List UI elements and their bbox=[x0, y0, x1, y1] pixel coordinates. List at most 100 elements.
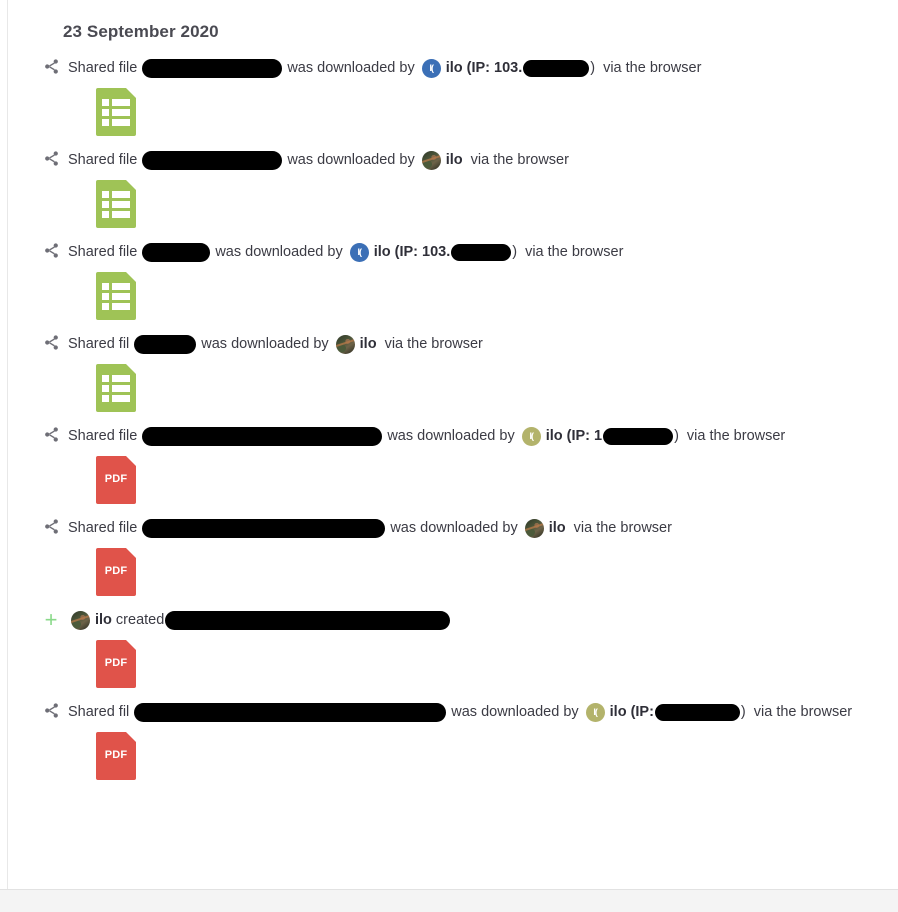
plus-glyph: + bbox=[44, 607, 58, 632]
share-icon[interactable] bbox=[42, 518, 60, 540]
activity-suffix: via the browser bbox=[525, 244, 624, 260]
activity-item: Shared fil was downloaded by ilo via the br… bbox=[8, 332, 898, 412]
redacted-text bbox=[523, 59, 590, 77]
redacted-text bbox=[142, 426, 383, 446]
ip-close-paren: ) bbox=[590, 60, 596, 76]
pdf-file-icon: PDF bbox=[96, 732, 136, 780]
spreadsheet-cell bbox=[102, 385, 109, 392]
spreadsheet-grid-row bbox=[102, 375, 130, 382]
avatar[interactable]: I( bbox=[585, 702, 605, 722]
spreadsheet-cell bbox=[102, 303, 109, 310]
activity-item: Shared file was downloaded by ilo via the b… bbox=[8, 148, 898, 228]
share-icon[interactable] bbox=[42, 702, 60, 724]
plus-icon[interactable]: + bbox=[42, 607, 60, 632]
actor-name: ilo bbox=[359, 336, 377, 352]
redacted-text bbox=[142, 150, 283, 170]
file-thumbnail[interactable] bbox=[96, 272, 136, 320]
activity-suffix: via the browser bbox=[470, 152, 569, 168]
pdf-file-icon: PDF bbox=[96, 548, 136, 596]
file-thumbnail[interactable]: PDF bbox=[96, 640, 136, 688]
avatar[interactable]: I( bbox=[349, 242, 369, 262]
spreadsheet-cell bbox=[112, 99, 130, 106]
spreadsheet-grid-row bbox=[102, 109, 130, 116]
spreadsheet-cell bbox=[102, 119, 109, 126]
file-thumbnail[interactable]: PDF bbox=[96, 456, 136, 504]
activity-suffix: via the browser bbox=[686, 428, 786, 444]
ip-label: (IP: 103. bbox=[466, 60, 523, 76]
spreadsheet-cell bbox=[112, 201, 130, 208]
redacted-text bbox=[142, 242, 211, 262]
activity-middle: was downloaded by bbox=[390, 520, 518, 536]
ip-close-paren: ) bbox=[674, 428, 679, 444]
share-icon[interactable] bbox=[42, 334, 60, 356]
share-icon[interactable] bbox=[42, 58, 60, 80]
share-icon[interactable] bbox=[42, 426, 60, 448]
redacted-text bbox=[142, 58, 283, 78]
spreadsheet-file-icon bbox=[96, 88, 136, 136]
spreadsheet-grid-row bbox=[102, 191, 130, 198]
file-thumbnail[interactable] bbox=[96, 180, 136, 228]
pdf-file-label: PDF bbox=[104, 657, 128, 669]
avatar[interactable] bbox=[71, 610, 90, 630]
activity-suffix: via the browser bbox=[384, 336, 483, 352]
share-icon[interactable] bbox=[42, 242, 60, 264]
activity-prefix: Shared fil bbox=[68, 336, 130, 352]
spreadsheet-cell bbox=[112, 375, 130, 382]
activity-text-line: Shared fil was downloaded by I(ilo (IP:) via… bbox=[42, 700, 898, 724]
activity-prefix: Shared file bbox=[68, 244, 138, 260]
actor-name: ilo bbox=[445, 152, 463, 168]
activity-text-line: Shared file was downloaded by ilo via the b… bbox=[42, 516, 898, 540]
spreadsheet-cell bbox=[112, 211, 130, 218]
redacted-text bbox=[603, 427, 674, 445]
actor-name: ilo bbox=[609, 704, 627, 720]
redacted-text bbox=[134, 334, 197, 354]
spreadsheet-grid-row bbox=[102, 201, 130, 208]
activity-suffix: via the browser bbox=[753, 704, 853, 720]
ip-close-paren: ) bbox=[512, 244, 518, 260]
share-glyph bbox=[43, 702, 60, 724]
spreadsheet-grid bbox=[102, 191, 130, 218]
activity-suffix: via the browser bbox=[603, 60, 702, 76]
share-glyph bbox=[43, 150, 60, 172]
activity-text-line: Shared file was downloaded by I(ilo (IP: 10… bbox=[42, 240, 898, 264]
file-thumbnail[interactable]: PDF bbox=[96, 732, 136, 780]
activity-feed-page: 23 September 2020 Shared file was downloa… bbox=[0, 0, 898, 912]
avatar[interactable]: I( bbox=[521, 426, 541, 446]
ip-label: (IP: bbox=[630, 704, 654, 720]
activity-item: Shared file was downloaded by ilo via the b… bbox=[8, 516, 898, 596]
spreadsheet-grid-row bbox=[102, 293, 130, 300]
spreadsheet-grid-row bbox=[102, 303, 130, 310]
avatar[interactable]: I( bbox=[421, 58, 441, 78]
spreadsheet-cell bbox=[102, 293, 109, 300]
actor-name: ilo bbox=[445, 60, 463, 76]
avatar[interactable] bbox=[421, 150, 441, 170]
activity-middle: was downloaded by bbox=[387, 428, 515, 444]
spreadsheet-grid-row bbox=[102, 119, 130, 126]
activity-item: Shared fil was downloaded by I(ilo (IP:) via… bbox=[8, 700, 898, 780]
spreadsheet-cell bbox=[102, 191, 109, 198]
file-thumbnail[interactable] bbox=[96, 88, 136, 136]
activity-middle: was downloaded by bbox=[287, 152, 415, 168]
activity-middle: created bbox=[115, 612, 165, 628]
share-glyph bbox=[43, 518, 60, 540]
spreadsheet-cell bbox=[102, 375, 109, 382]
avatar[interactable] bbox=[335, 334, 355, 354]
share-glyph bbox=[43, 242, 60, 264]
spreadsheet-grid-row bbox=[102, 211, 130, 218]
file-thumbnail[interactable]: PDF bbox=[96, 548, 136, 596]
share-glyph bbox=[43, 58, 60, 80]
share-glyph bbox=[43, 426, 60, 448]
activity-list-container: 23 September 2020 Shared file was downloa… bbox=[8, 0, 898, 890]
spreadsheet-file-icon bbox=[96, 180, 136, 228]
spreadsheet-cell bbox=[112, 109, 130, 116]
activity-middle: was downloaded by bbox=[451, 704, 579, 720]
avatar[interactable] bbox=[524, 518, 544, 538]
share-icon[interactable] bbox=[42, 150, 60, 172]
spreadsheet-cell bbox=[112, 303, 130, 310]
file-thumbnail[interactable] bbox=[96, 364, 136, 412]
activity-middle: was downloaded by bbox=[201, 336, 329, 352]
share-glyph bbox=[43, 334, 60, 356]
spreadsheet-grid bbox=[102, 375, 130, 402]
activity-item: Shared file was downloaded by I(ilo (IP: 10… bbox=[8, 240, 898, 320]
activity-middle: was downloaded by bbox=[215, 244, 343, 260]
